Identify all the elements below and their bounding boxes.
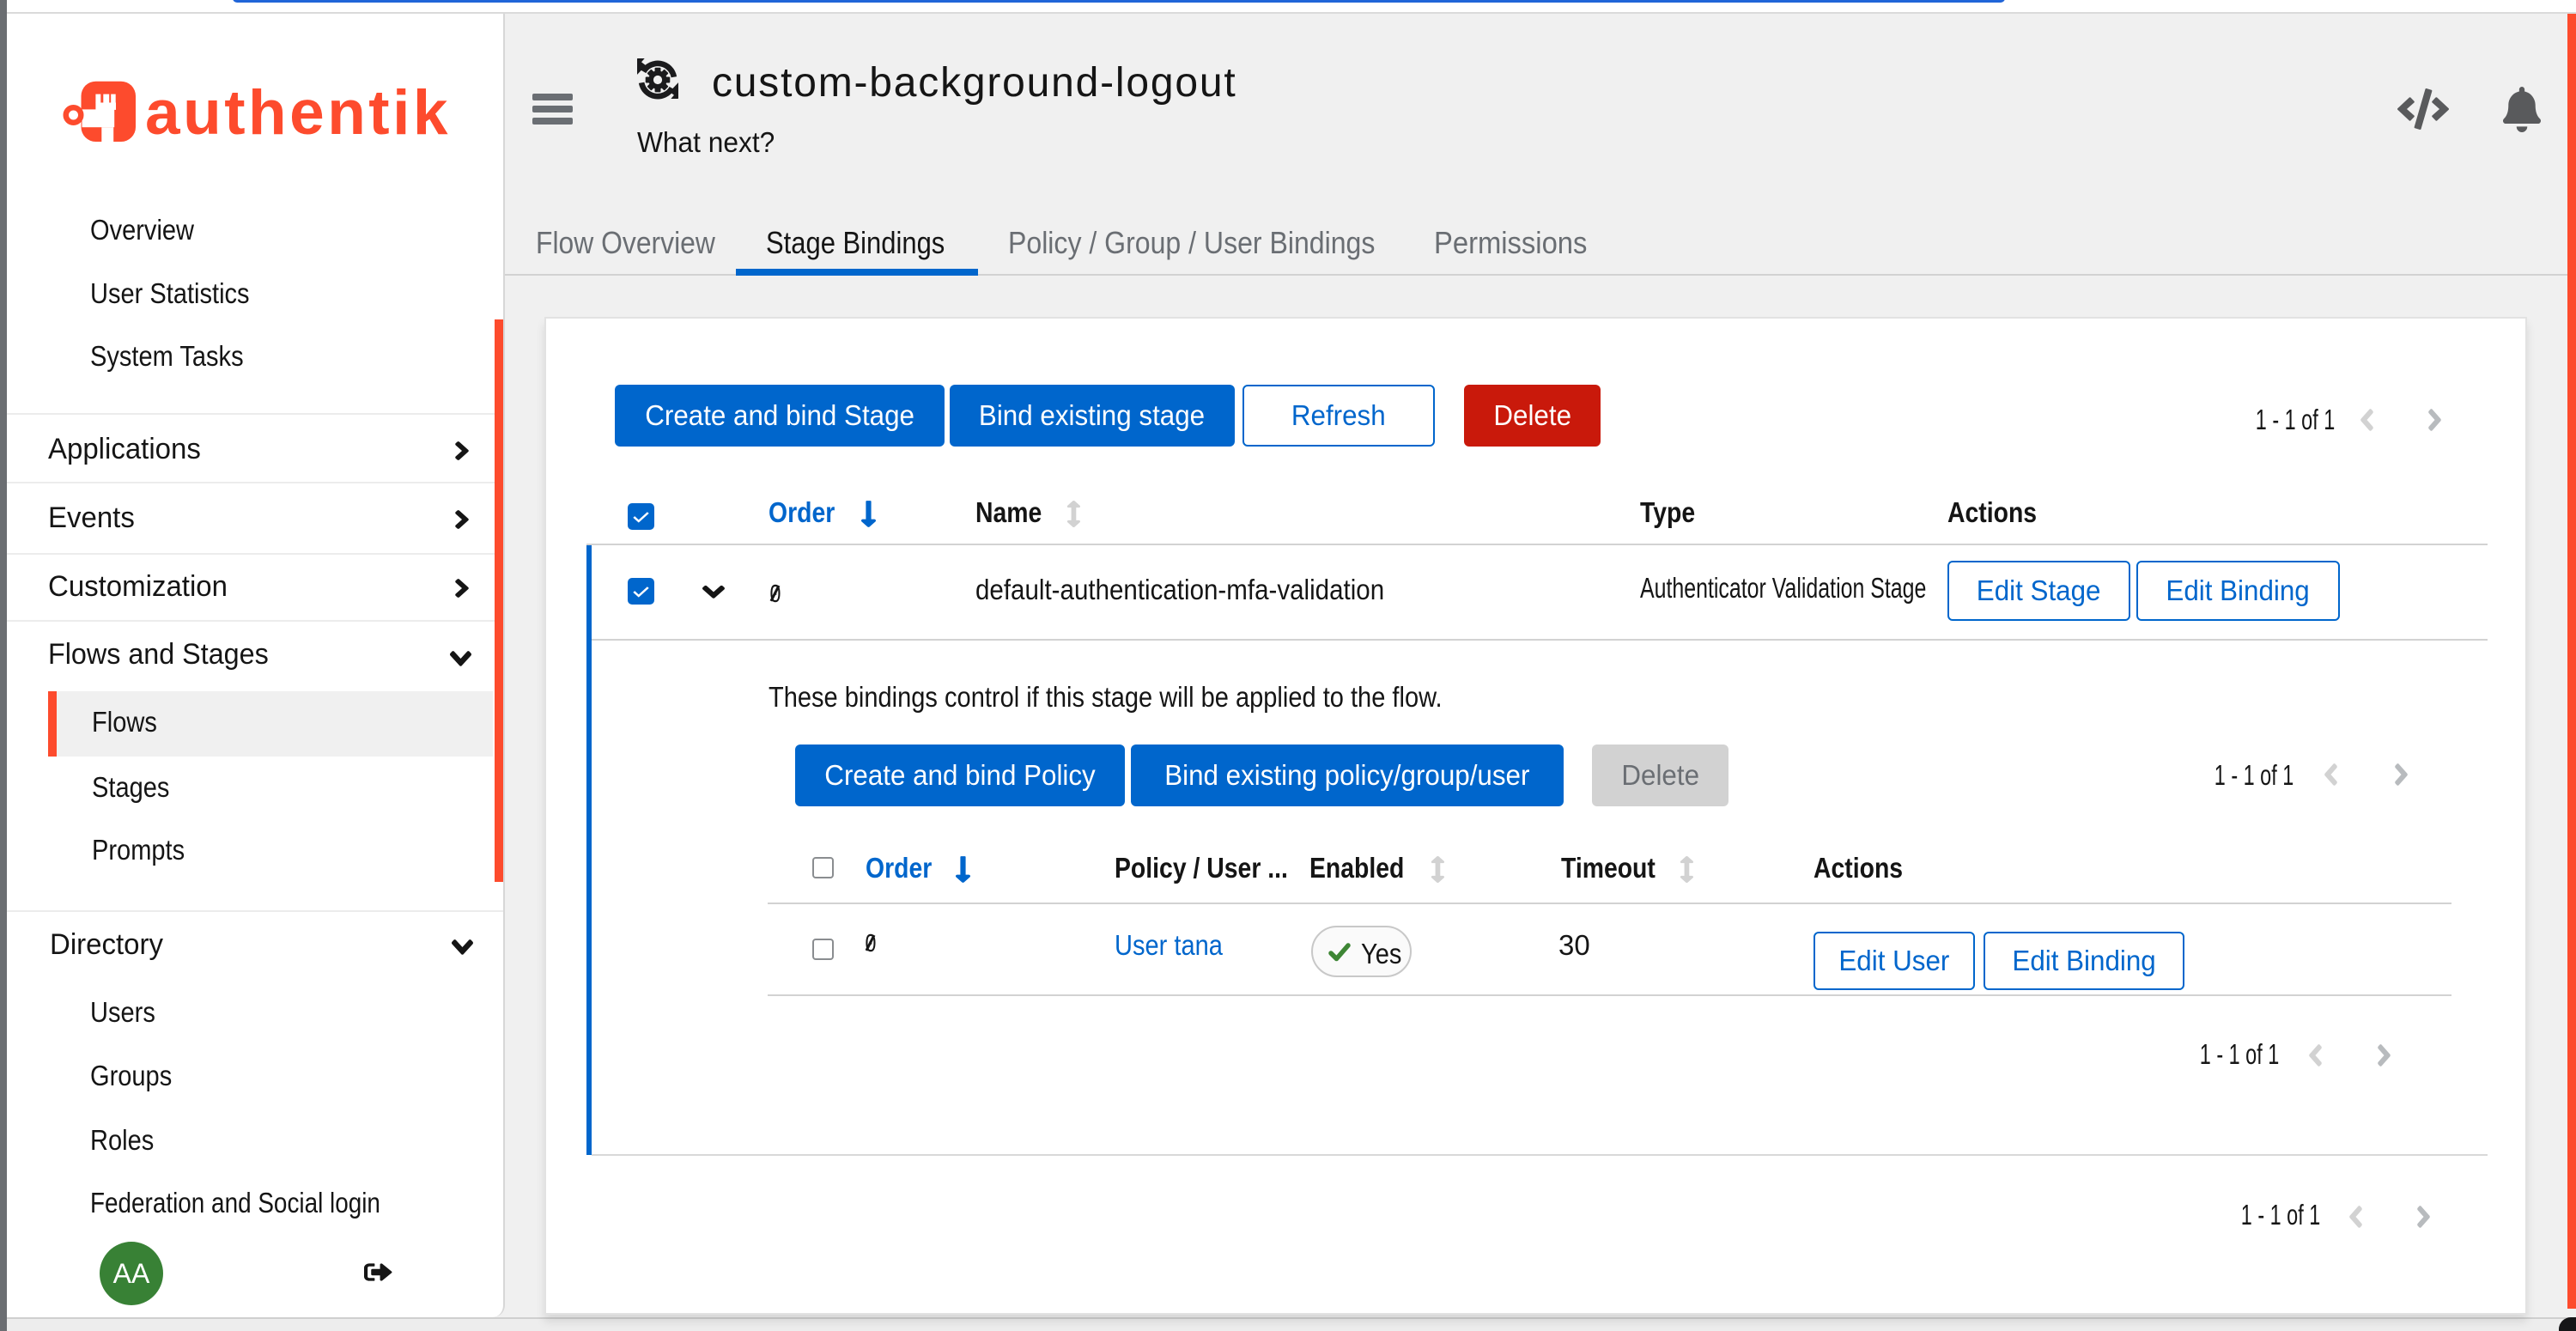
- svg-text:authentik: authentik: [145, 78, 451, 148]
